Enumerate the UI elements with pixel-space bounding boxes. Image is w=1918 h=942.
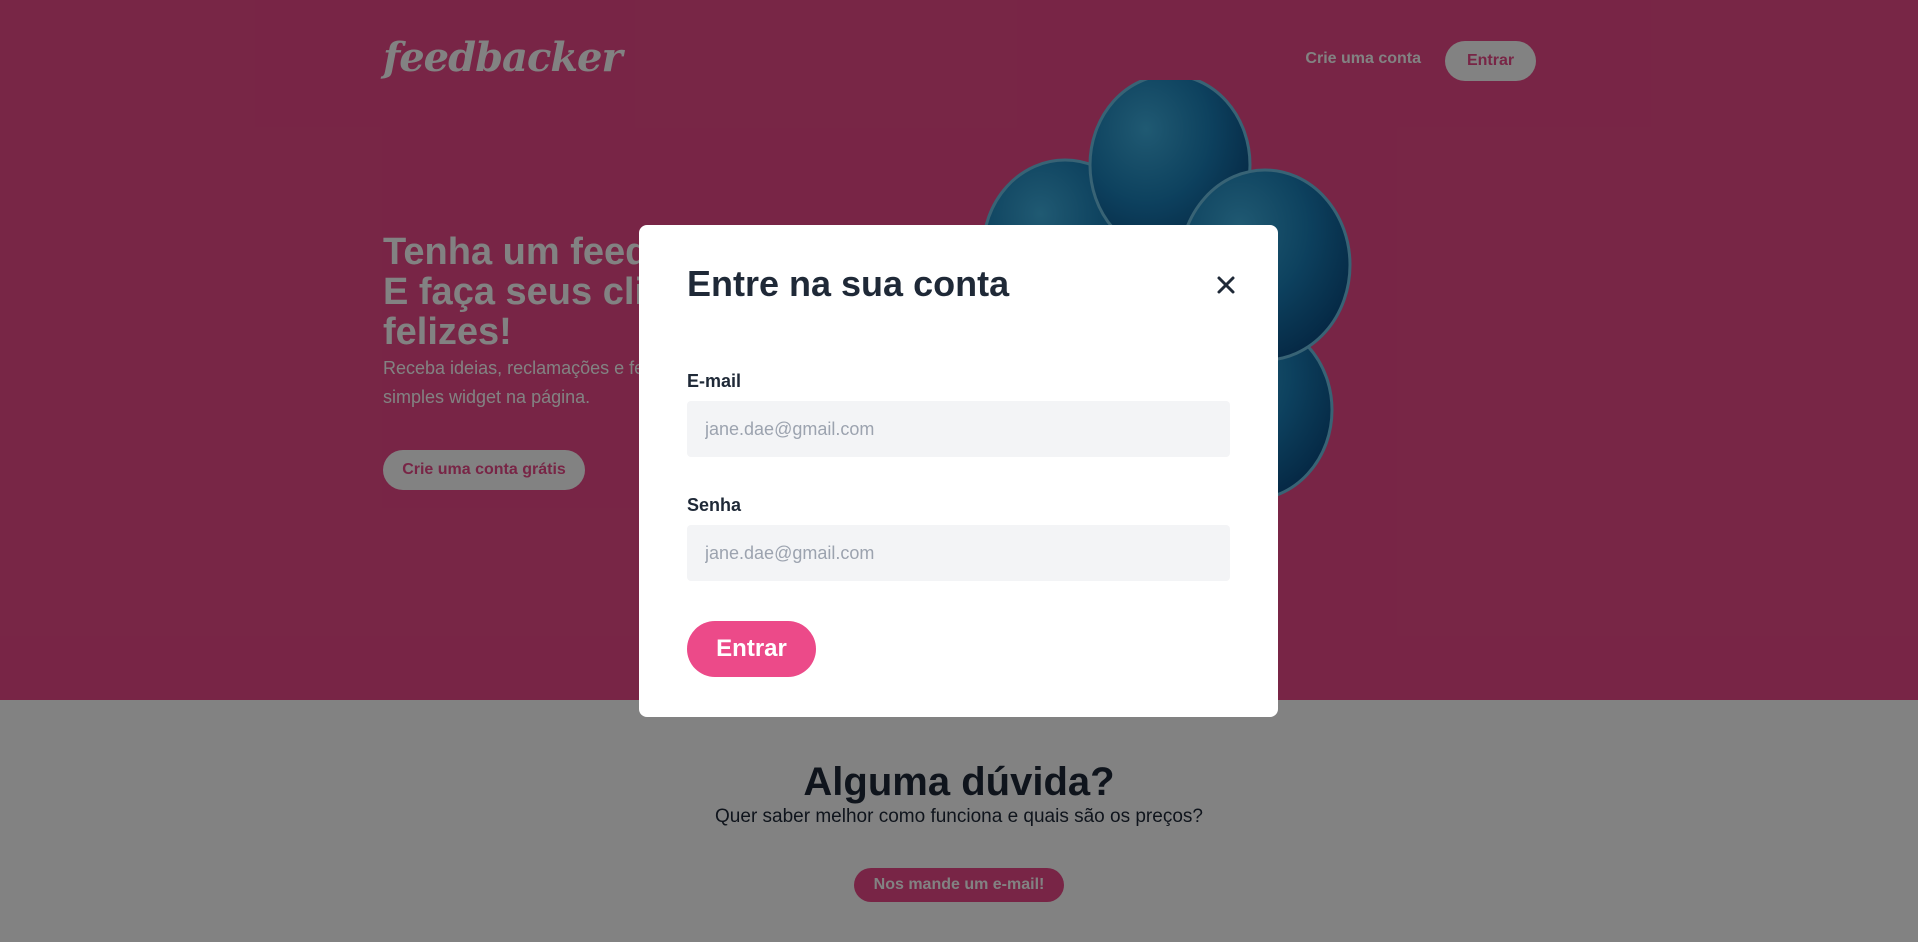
close-modal-button[interactable] <box>1214 273 1238 297</box>
password-field[interactable] <box>687 525 1230 581</box>
email-label: E-mail <box>687 371 742 391</box>
submit-login-button[interactable]: Entrar <box>687 621 816 677</box>
password-label: Senha <box>687 495 742 515</box>
modal-title: Entre na sua conta <box>687 263 1010 304</box>
email-field[interactable] <box>687 401 1230 457</box>
login-modal: Entre na sua conta E-mail Senha Entrar <box>639 225 1278 717</box>
close-icon <box>1217 276 1235 294</box>
